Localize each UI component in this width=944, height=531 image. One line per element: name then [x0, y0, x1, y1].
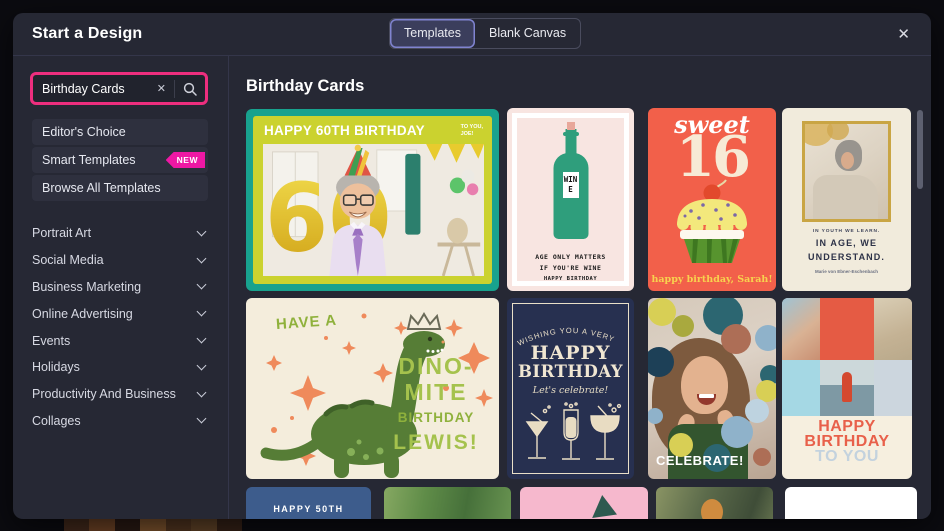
category-label: Business Marketing: [32, 279, 142, 294]
category-label: Events: [32, 333, 71, 348]
template-card-trees-photo[interactable]: [384, 487, 511, 519]
search-input[interactable]: [33, 81, 149, 96]
search-box: ✕: [30, 72, 208, 105]
sidebar-item-smart-templates[interactable]: Smart Templates NEW: [32, 147, 208, 173]
tab-blank-canvas[interactable]: Blank Canvas: [475, 19, 580, 48]
chevron-down-icon: [196, 226, 207, 237]
category-label: Productivity And Business: [32, 387, 176, 402]
card-text: AGE ONLY MATTERS IF YOU'RE WINE: [535, 253, 606, 273]
collage-block: [820, 298, 874, 360]
template-card-happy-50th[interactable]: HAPPY 50TH: [246, 487, 371, 519]
card-caption-text: HAPPY BIRTHDAY TO YOU: [804, 418, 890, 466]
category-label: Collages: [32, 413, 81, 428]
start-a-design-modal: Start a Design Templates Blank Canvas ✕ …: [13, 13, 931, 519]
sidebar-category-business-marketing[interactable]: Business Marketing: [32, 274, 208, 301]
wine-bottle-label: WINE: [562, 172, 579, 199]
template-card-age-quote[interactable]: IN YOUTH WE LEARN. IN AGE, WE UNDERSTAND…: [782, 108, 911, 291]
sidebar-item-browse-all-templates[interactable]: Browse All Templates: [32, 175, 208, 201]
template-card-wine[interactable]: WINE AGE ONLY MATTERS IF YOU'RE WINE HAP…: [507, 108, 634, 291]
card-script-text: Let's celebrate!: [532, 385, 609, 396]
sidebar-category-online-advertising[interactable]: Online Advertising: [32, 300, 208, 327]
template-card-sweet-16[interactable]: sweet 16 happy birthday, Sarah!: [648, 108, 776, 291]
modal-title: Start a Design: [32, 25, 143, 42]
quote-line-small: IN YOUTH WE LEARN.: [812, 229, 881, 234]
template-photo: 60: [263, 144, 484, 277]
header-divider: [13, 55, 931, 56]
category-label: Portrait Art: [32, 226, 92, 241]
figure-shape: [701, 499, 723, 519]
sidebar-category-portrait-art[interactable]: Portrait Art: [32, 220, 208, 247]
collage-photo: [820, 360, 874, 416]
scrollbar-thumb[interactable]: [917, 110, 923, 189]
collage-photo: [874, 298, 912, 360]
template-card-celebrate[interactable]: CELEBRATE!: [648, 298, 776, 479]
card-main-text: DINO- MITE BIRTHDAY LEWIS!: [393, 353, 479, 454]
search-icon[interactable]: [183, 82, 197, 96]
background-page-peek: [64, 519, 242, 531]
confetti-dot: [755, 325, 776, 351]
cupcake-illustration: [669, 174, 755, 269]
card-subtitle-text: TO YOU, JOE!: [460, 124, 483, 138]
collage-block: [874, 360, 912, 416]
quote-attribution: Marie von Ebner-Eschenbach: [814, 269, 879, 274]
confetti-dot: [721, 324, 751, 354]
card-caption-text: CELEBRATE!: [656, 453, 744, 468]
confetti-dot: [745, 399, 769, 423]
sidebar-divider: [228, 55, 229, 519]
card-footer-text: HAPPY BIRTHDAY: [543, 276, 598, 282]
chevron-down-icon: [196, 306, 207, 317]
glasses-illustration: [525, 402, 621, 460]
confetti-dot: [753, 448, 771, 466]
template-card-champagne[interactable]: WISHING YOU A VERY HAPPY BIRTHDAY Let's …: [507, 298, 634, 479]
template-card-happy-60th[interactable]: HAPPY 60TH BIRTHDAY TO YOU, JOE! 60: [246, 109, 499, 291]
sidebar-category-holidays[interactable]: Holidays: [32, 354, 208, 381]
collage-photo: [782, 298, 820, 360]
close-icon[interactable]: ✕: [893, 23, 914, 45]
quote-line-main: IN AGE, WE UNDERSTAND.: [808, 238, 885, 262]
template-card-collage[interactable]: HAPPY BIRTHDAY TO YOU: [782, 298, 912, 479]
chevron-down-icon: [196, 253, 207, 264]
template-card-white[interactable]: [785, 487, 917, 519]
template-card-nature-photo[interactable]: [656, 487, 773, 519]
template-photo: [802, 121, 891, 222]
chevron-down-icon: [196, 414, 207, 424]
new-badge: NEW: [165, 152, 205, 168]
card-title-text: HAPPY 60TH BIRTHDAY: [264, 123, 425, 138]
sidebar-item-label: Browse All Templates: [42, 181, 161, 195]
fin-shape: [592, 495, 617, 518]
clear-search-icon[interactable]: ✕: [149, 82, 174, 95]
view-tabs: Templates Blank Canvas: [389, 18, 582, 49]
template-card-dino[interactable]: HAVE A DINO- MITE BIRTHDAY LEWIS!: [246, 298, 499, 479]
sidebar-item-label: Editor's Choice: [42, 125, 126, 139]
category-label: Social Media: [32, 253, 104, 268]
chevron-down-icon: [196, 333, 207, 344]
card-title-line2: BIRTHDAY: [517, 362, 624, 381]
sidebar-category-productivity-and-business[interactable]: Productivity And Business: [32, 381, 208, 408]
sidebar-item-label: Smart Templates: [42, 153, 136, 167]
page-title: Birthday Cards: [246, 77, 365, 95]
sidebar-category-events[interactable]: Events: [32, 327, 208, 354]
search-separator: [174, 79, 175, 98]
card-caption-text: HAPPY 50TH: [273, 504, 344, 514]
sidebar-category-social-media[interactable]: Social Media: [32, 247, 208, 274]
chevron-down-icon: [196, 387, 207, 398]
category-list: Portrait Art Social Media Business Marke…: [32, 220, 208, 434]
sidebar-category-collages[interactable]: Collages: [32, 408, 208, 435]
card-title-line1: HAPPY: [530, 342, 611, 364]
confetti-dot: [721, 416, 753, 448]
collage-block: [782, 360, 820, 416]
sidebar-item-editors-choice[interactable]: Editor's Choice: [32, 119, 208, 145]
card-greeting-text: happy birthday, Sarah!: [651, 274, 773, 285]
template-card-pink-fin[interactable]: [520, 487, 648, 519]
tab-templates[interactable]: Templates: [390, 19, 475, 48]
confetti-dot: [672, 315, 694, 337]
chevron-down-icon: [196, 280, 207, 290]
chevron-down-icon: [196, 360, 207, 371]
category-label: Online Advertising: [32, 306, 133, 321]
card-artwork: HAPPY 60TH BIRTHDAY TO YOU, JOE! 60: [253, 116, 492, 284]
category-label: Holidays: [32, 360, 80, 375]
